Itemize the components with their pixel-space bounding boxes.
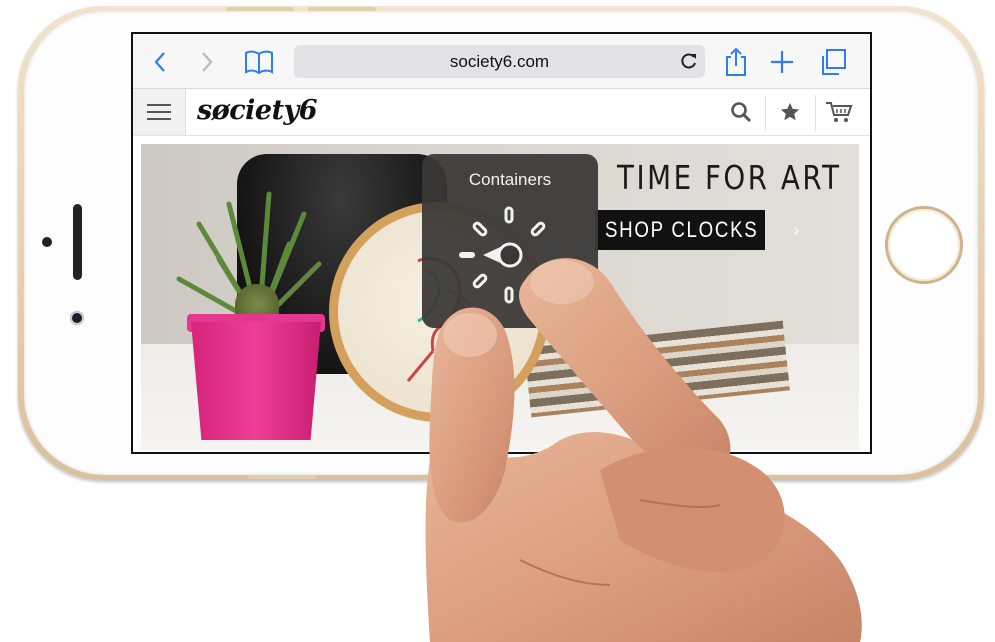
browser-toolbar: society6.com — [133, 34, 870, 89]
chevron-right-icon[interactable] — [193, 48, 221, 76]
shop-clocks-label: SHOP CLOCKS — [605, 217, 759, 242]
site-header: søciety6 — [133, 89, 870, 136]
pink-planter — [191, 322, 321, 440]
voiceover-rotor-popup: Containers — [422, 154, 598, 328]
home-button[interactable] — [885, 206, 963, 284]
earpiece-speaker — [73, 204, 82, 280]
url-text: society6.com — [449, 52, 550, 71]
tabs-icon[interactable] — [817, 48, 849, 76]
search-icon[interactable] — [725, 97, 757, 127]
chevron-left-icon[interactable] — [146, 48, 174, 76]
star-icon[interactable] — [774, 97, 806, 127]
book-icon[interactable] — [243, 48, 275, 76]
shop-clocks-button[interactable]: SHOP CLOCKS › — [595, 210, 799, 250]
reload-icon[interactable] — [679, 51, 699, 71]
address-bar[interactable]: society6.com — [294, 45, 705, 78]
rotor-dial-icon[interactable] — [455, 200, 565, 310]
share-icon[interactable] — [721, 47, 751, 76]
proximity-sensor — [42, 237, 52, 247]
site-logo[interactable]: søciety6 — [197, 95, 318, 126]
cart-icon[interactable] — [823, 97, 855, 127]
hamburger-menu-icon[interactable] — [133, 89, 186, 135]
chevron-right-icon: › — [793, 219, 801, 240]
hero-headline: TIME FOR ART — [617, 158, 842, 197]
front-camera — [70, 311, 84, 325]
rotor-title: Containers — [468, 170, 552, 189]
plus-icon[interactable] — [767, 48, 797, 76]
